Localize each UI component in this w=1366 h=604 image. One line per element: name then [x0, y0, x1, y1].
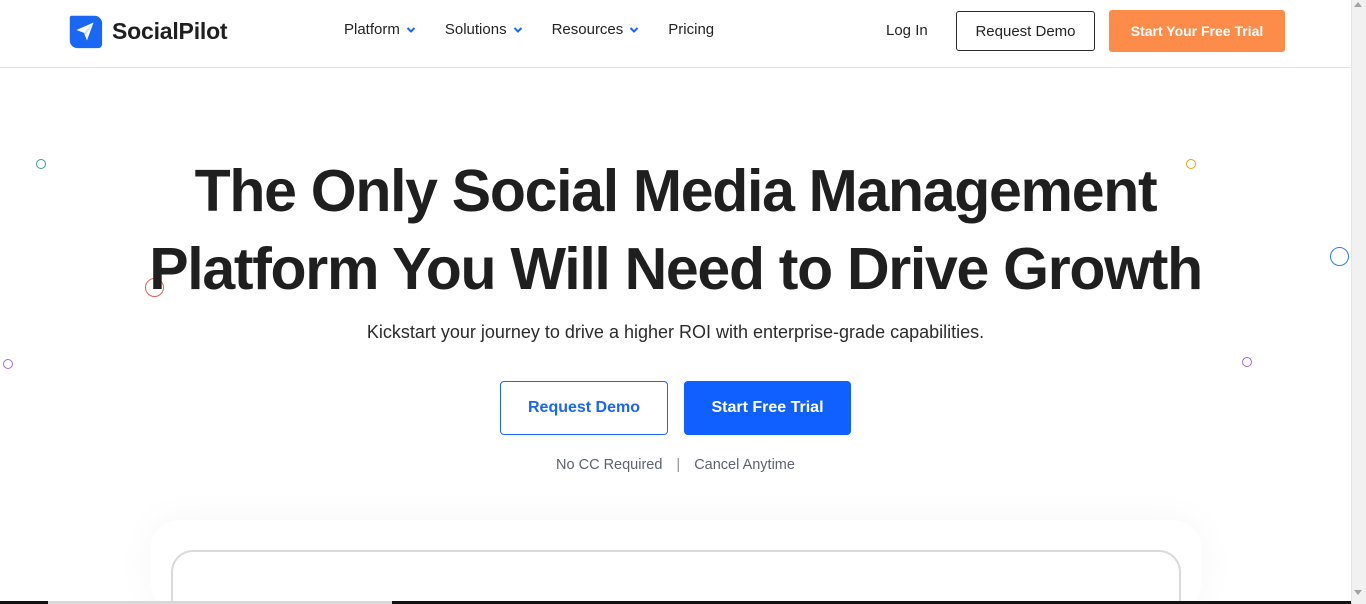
login-link[interactable]: Log In — [886, 22, 928, 39]
hero-title-line-1: The Only Social Media Management — [194, 158, 1158, 224]
scroll-up-arrow-icon[interactable] — [1354, 2, 1362, 7]
brand-logo[interactable]: SocialPilot — [66, 12, 228, 50]
brand-name: SocialPilot — [112, 17, 228, 44]
chevron-down-icon — [630, 26, 639, 33]
main-nav: Platform Solutions Resources Pricing — [344, 21, 714, 38]
nav-item-pricing[interactable]: Pricing — [668, 21, 714, 38]
nav-item-resources[interactable]: Resources — [552, 21, 640, 38]
hero-subtitle: Kickstart your journey to drive a higher… — [366, 322, 985, 342]
request-demo-button[interactable]: Request Demo — [500, 381, 668, 435]
nav-item-platform[interactable]: Platform — [344, 21, 416, 38]
site-header: SocialPilot Platform Solutions Resources… — [0, 0, 1351, 68]
chevron-down-icon — [406, 26, 416, 33]
scroll-down-arrow-icon[interactable] — [1354, 590, 1362, 595]
decorative-dot-purple-right — [1242, 357, 1252, 367]
hero-title-line-2: Platform You Will Need to Drive Growth — [149, 236, 1203, 302]
no-cc-note: No CC Required — [556, 457, 663, 473]
paper-plane-logo-icon — [69, 15, 103, 49]
nav-item-label: Platform — [344, 21, 400, 38]
start-free-trial-button[interactable]: Start Free Trial — [684, 381, 851, 435]
cta-notes: No CC Required | Cancel Anytime — [0, 457, 1351, 473]
chevron-down-icon — [513, 26, 522, 33]
decorative-dot-purple-left — [3, 359, 13, 369]
nav-item-label: Solutions — [444, 21, 507, 38]
cancel-anytime-note: Cancel Anytime — [694, 457, 795, 473]
free-trial-header-button[interactable]: Start Your Free Trial — [1109, 10, 1285, 52]
product-preview-card — [171, 550, 1181, 604]
nav-item-solutions[interactable]: Solutions — [445, 21, 523, 38]
nav-item-label: Resources — [551, 21, 624, 38]
hero-title: The Only Social Media Management Platfor… — [0, 152, 1351, 308]
nav-item-label: Pricing — [668, 21, 715, 38]
vertical-scrollbar[interactable] — [1351, 0, 1366, 604]
request-demo-header-button[interactable]: Request Demo — [956, 11, 1095, 51]
note-separator: | — [676, 457, 681, 473]
